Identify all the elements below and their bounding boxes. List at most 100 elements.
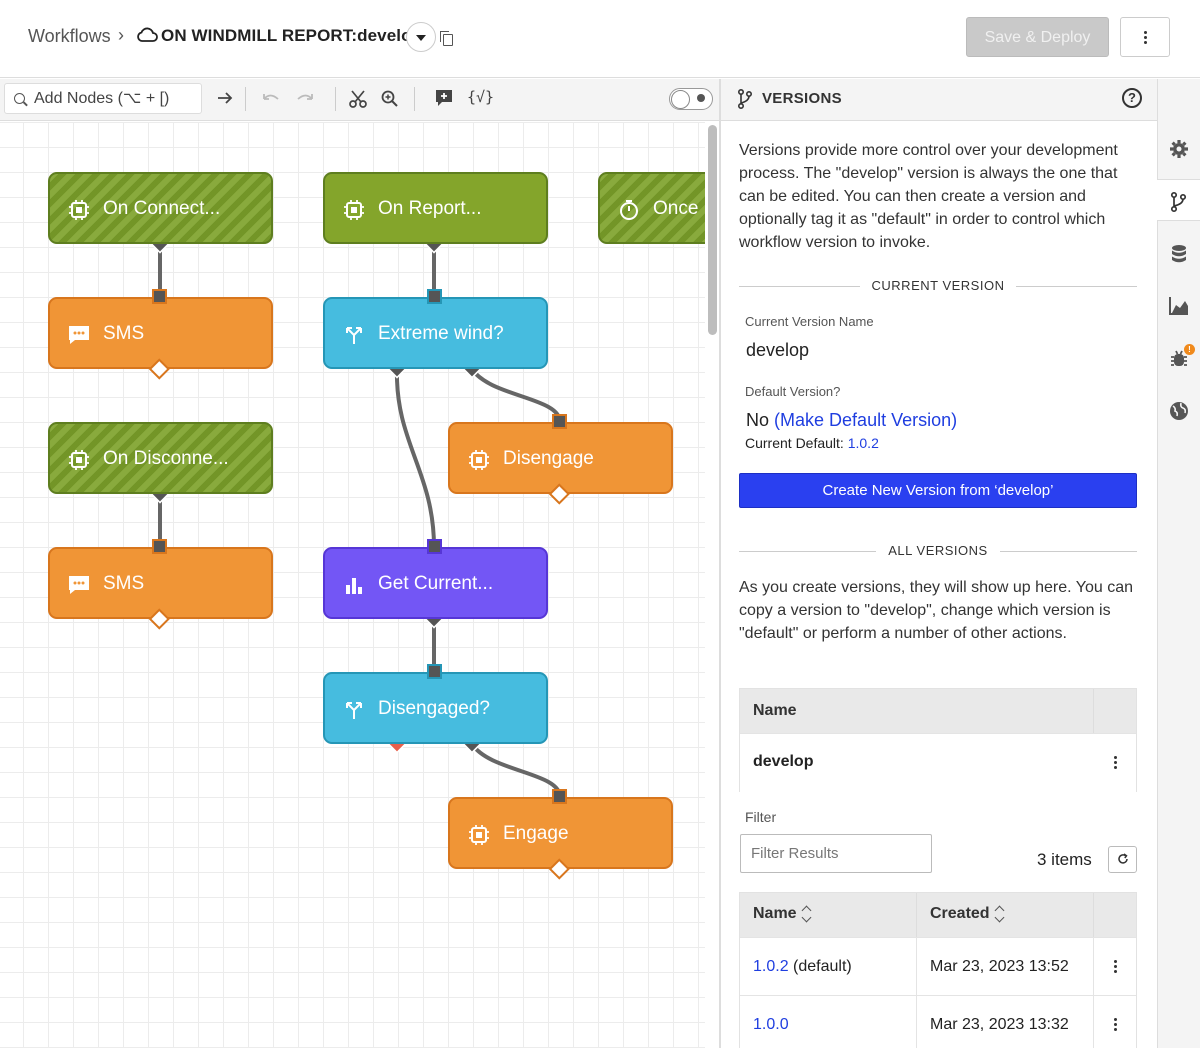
column-divider — [1093, 893, 1094, 937]
created-cell: Mar 23, 2023 13:32 — [930, 1016, 1069, 1033]
debug-badge: ! — [1184, 344, 1195, 355]
canvas-toolbar: Add Nodes (⌥ + [) {√} — [0, 79, 720, 121]
current-default-label: Current Default: — [745, 435, 844, 451]
settings-icon — [1170, 140, 1188, 158]
scissors-icon[interactable] — [348, 89, 368, 109]
sort-icon — [802, 906, 812, 922]
versions-panel-header: VERSIONS ? — [721, 79, 1157, 121]
breadcrumb-separator: › — [118, 25, 124, 45]
row-menu-icon[interactable] — [1114, 756, 1117, 769]
search-icon — [14, 93, 25, 104]
input-port — [552, 789, 567, 804]
versions-icon — [1170, 191, 1187, 213]
more-options-button[interactable] — [1120, 17, 1170, 57]
branch-icon — [738, 89, 753, 109]
version-link[interactable]: 1.0.2 — [753, 958, 789, 975]
rail-storage[interactable] — [1158, 232, 1200, 274]
version-tag: (default) — [793, 958, 852, 975]
table-row[interactable]: 1.0.0 Mar 23, 2023 13:32 — [740, 995, 1136, 1048]
row-menu-icon[interactable] — [1114, 1018, 1117, 1031]
refresh-icon — [1117, 853, 1128, 864]
version-name: develop — [753, 753, 814, 770]
versions-panel: Versions provide more control over your … — [721, 122, 1157, 1048]
rail-versions[interactable] — [1157, 179, 1200, 221]
current-version-name-label: Current Version Name — [745, 314, 874, 329]
arrow-right-icon[interactable] — [216, 89, 234, 107]
input-port — [427, 539, 442, 554]
output-port — [148, 608, 170, 630]
filter-input[interactable]: Filter Results — [740, 834, 932, 873]
json-icon[interactable]: {√} — [467, 88, 494, 106]
add-nodes-input[interactable]: Add Nodes (⌥ + [) — [4, 83, 202, 114]
undo-icon[interactable] — [260, 90, 282, 106]
input-port — [427, 664, 442, 679]
rail-stats[interactable] — [1158, 284, 1200, 326]
develop-table-header: Name — [740, 689, 1136, 733]
workflow-canvas[interactable]: On Connect... SMS On Disconne... SMS On … — [0, 122, 705, 1048]
current-default-row: Current Default: 1.0.2 — [745, 435, 879, 451]
refresh-button[interactable] — [1108, 846, 1137, 873]
all-versions-intro: As you create versions, they will show u… — [739, 579, 1133, 642]
filter-label: Filter — [745, 809, 777, 825]
toolbar-divider — [245, 87, 246, 111]
column-divider — [916, 893, 917, 937]
current-default-value[interactable]: 1.0.2 — [848, 435, 879, 451]
versions-table: Name Created 1.0.2 (default) Mar 23, 202… — [739, 892, 1137, 1048]
breadcrumb-workflows[interactable]: Workflows — [28, 26, 111, 47]
toolbar-divider — [414, 87, 415, 111]
rail-debug[interactable]: ! — [1158, 337, 1200, 379]
current-version-section: CURRENT VERSION — [739, 278, 1137, 296]
current-version-name: develop — [746, 340, 810, 360]
row-menu-icon[interactable] — [1114, 960, 1117, 973]
version-link[interactable]: 1.0.0 — [753, 1016, 789, 1033]
items-count: 3 items — [1037, 850, 1092, 869]
versions-table-header: Name Created — [740, 893, 1136, 937]
rail-globe[interactable] — [1158, 389, 1200, 431]
add-nodes-label: Add Nodes (⌥ + [) — [34, 90, 170, 107]
table-row[interactable]: 1.0.2 (default) Mar 23, 2023 13:52 — [740, 937, 1136, 996]
output-port — [548, 483, 570, 505]
input-port — [152, 289, 167, 304]
column-divider — [1093, 689, 1094, 733]
input-port — [552, 414, 567, 429]
make-default-link[interactable]: (Make Default Version) — [774, 410, 957, 430]
globe-icon — [1170, 402, 1188, 420]
help-icon[interactable]: ? — [1122, 88, 1142, 108]
input-port — [152, 539, 167, 554]
column-name[interactable]: Name — [753, 905, 812, 923]
workflow-menu-button[interactable] — [406, 22, 436, 52]
column-name: Name — [753, 702, 797, 719]
add-comment-icon[interactable] — [434, 88, 454, 108]
create-version-button[interactable]: Create New Version from ‘develop’ — [739, 473, 1137, 508]
output-port — [548, 858, 570, 880]
default-version-no: No — [746, 410, 770, 430]
cloud-icon — [137, 27, 158, 42]
versions-title: VERSIONS — [762, 90, 842, 107]
kebab-icon — [1144, 31, 1147, 44]
redo-icon[interactable] — [294, 90, 316, 106]
stats-icon — [1169, 297, 1188, 315]
input-port — [427, 289, 442, 304]
toolbar-divider — [335, 87, 336, 111]
column-divider — [916, 938, 917, 996]
port-overlay — [148, 289, 570, 880]
versions-intro: Versions provide more control over your … — [739, 142, 1118, 251]
column-created[interactable]: Created — [930, 905, 1005, 923]
all-versions-section: ALL VERSIONS — [739, 543, 1137, 561]
created-cell: Mar 23, 2023 13:52 — [930, 958, 1069, 975]
header-bar: Workflows › ON WINDMILL REPORT:develop S… — [0, 0, 1200, 78]
save-deploy-button[interactable]: Save & Deploy — [966, 17, 1109, 57]
column-divider — [916, 996, 917, 1048]
version-cell: 1.0.0 — [753, 1016, 789, 1034]
zoom-icon[interactable] — [380, 89, 400, 109]
table-row[interactable]: develop — [740, 733, 1136, 791]
version-cell: 1.0.2 (default) — [753, 958, 852, 976]
rail-settings[interactable] — [1158, 127, 1200, 169]
output-port — [148, 358, 170, 380]
storage-icon — [1172, 245, 1186, 263]
canvas-scrollbar[interactable] — [708, 125, 717, 335]
workflow-title: ON WINDMILL REPORT:develop — [161, 26, 423, 45]
debug-toggle[interactable] — [669, 88, 713, 110]
copy-icon[interactable] — [440, 31, 453, 46]
column-divider — [1093, 996, 1094, 1048]
